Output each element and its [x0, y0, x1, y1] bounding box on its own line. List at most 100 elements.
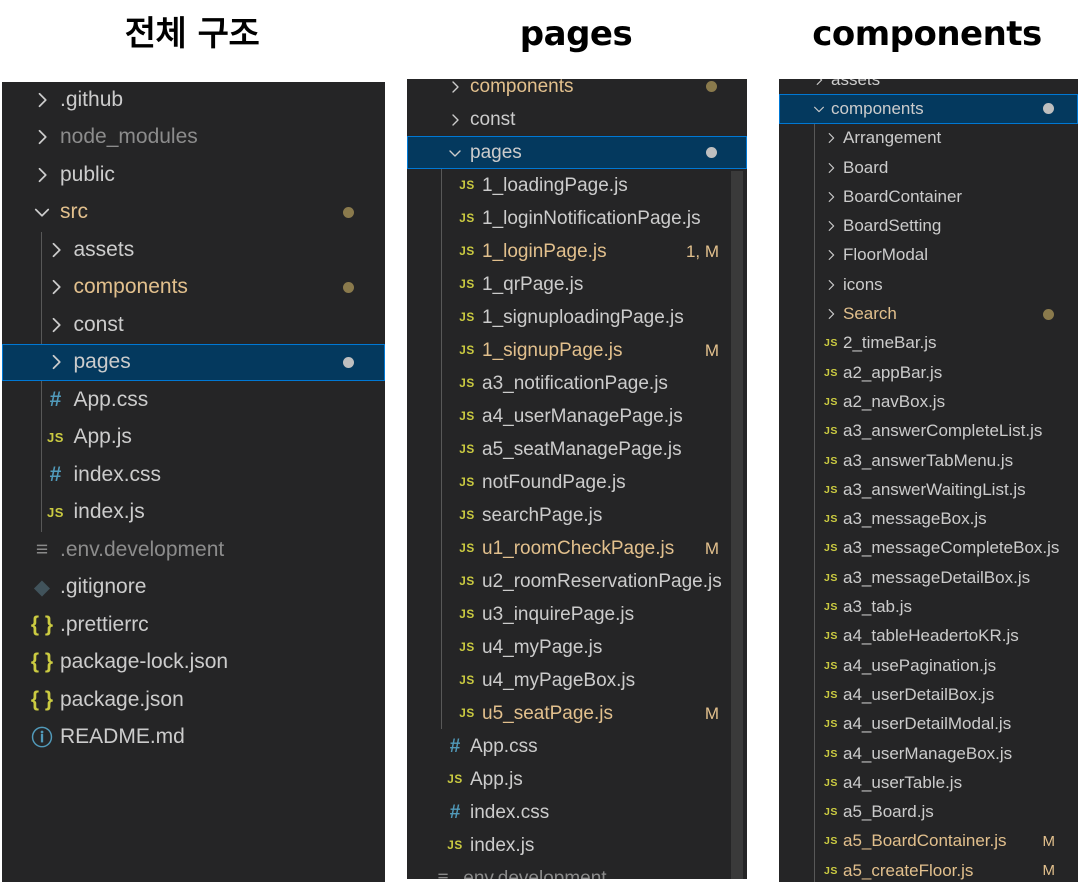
file-a3-messagecompletebox-js[interactable]: JS a3_messageCompleteBox.js: [779, 534, 1078, 563]
file-env-development[interactable]: ≡ .env.development: [2, 531, 385, 569]
file-u2-roomreservationpage-js[interactable]: JS u2_roomReservationPage.js: [407, 565, 747, 598]
chevron-right-icon[interactable]: [824, 219, 838, 233]
file-u4-mypagebox-js[interactable]: JS u4_myPageBox.js: [407, 664, 747, 697]
file-a5-seatmanagepage-js[interactable]: JS a5_seatManagePage.js: [407, 433, 747, 466]
file-index-js[interactable]: JS index.js: [407, 829, 747, 862]
file-a5-boardcontainer-js[interactable]: JS a5_BoardContainer.js M: [779, 827, 1078, 856]
file-a4-userdetailmodal-js[interactable]: JS a4_userDetailModal.js: [779, 710, 1078, 739]
file-a2-navbox-js[interactable]: JS a2_navBox.js: [779, 387, 1078, 416]
chevron-right-icon[interactable]: [46, 277, 66, 297]
chevron-right-icon[interactable]: [824, 131, 838, 145]
file-readme-md[interactable]: ⓘ README.md: [2, 719, 385, 757]
file-u3-inquirepage-js[interactable]: JS u3_inquirePage.js: [407, 598, 747, 631]
file-u1-roomcheckpage-js[interactable]: JS u1_roomCheckPage.js M: [407, 532, 747, 565]
folder-components[interactable]: components: [779, 94, 1078, 124]
folder-boardsetting[interactable]: BoardSetting: [779, 212, 1078, 241]
file-u5-seatpage-js[interactable]: JS u5_seatPage.js M: [407, 697, 747, 730]
folder-assets[interactable]: assets: [2, 231, 385, 269]
folder-const[interactable]: const: [2, 306, 385, 344]
file-2-timebar-js[interactable]: JS 2_timeBar.js: [779, 329, 1078, 358]
chevron-down-icon[interactable]: [447, 145, 463, 161]
chevron-right-icon[interactable]: [46, 352, 66, 372]
file-1-loadingpage-js[interactable]: JS 1_loadingPage.js: [407, 169, 747, 202]
folder-github[interactable]: .github: [2, 82, 385, 119]
folder-floormodal[interactable]: FloorModal: [779, 241, 1078, 270]
chevron-right-icon[interactable]: [824, 278, 838, 292]
tree-item-label: notFoundPage.js: [482, 471, 626, 493]
folder-src[interactable]: src: [2, 194, 385, 232]
chevron-right-icon[interactable]: [46, 315, 66, 335]
tree-item-label: u2_roomReservationPage.js: [482, 570, 722, 592]
file-a4-usermanagepage-js[interactable]: JS a4_userManagePage.js: [407, 400, 747, 433]
file-package-lock-json[interactable]: { } package-lock.json: [2, 644, 385, 682]
chevron-right-icon[interactable]: [824, 161, 838, 175]
folder-assets[interactable]: assets: [779, 79, 1078, 94]
file-index-css[interactable]: # index.css: [407, 796, 747, 829]
file-app-js[interactable]: JS App.js: [2, 419, 385, 457]
chevron-right-icon[interactable]: [32, 127, 52, 147]
file-a5-createfloor-js[interactable]: JS a5_createFloor.js M: [779, 856, 1078, 882]
file-gitignore[interactable]: ◆ .gitignore: [2, 569, 385, 607]
js-file-icon: JS: [824, 395, 838, 408]
folder-components[interactable]: components: [407, 79, 747, 103]
file-1-signuppage-js[interactable]: JS 1_signupPage.js M: [407, 334, 747, 367]
folder-components[interactable]: components: [2, 269, 385, 307]
tree-item-label: 1_loginPage.js: [482, 240, 607, 262]
chevron-right-icon[interactable]: [447, 79, 463, 95]
chevron-right-icon[interactable]: [32, 165, 52, 185]
tree-item-label: package-lock.json: [60, 650, 229, 674]
js-file-icon: JS: [824, 513, 838, 526]
chevron-right-icon[interactable]: [824, 248, 838, 262]
file-a4-tableheadertokr-js[interactable]: JS a4_tableHeadertoKR.js: [779, 622, 1078, 651]
file-index-js[interactable]: JS index.js: [2, 494, 385, 532]
file-a5-board-js[interactable]: JS a5_Board.js: [779, 798, 1078, 827]
file-1-qrpage-js[interactable]: JS 1_qrPage.js: [407, 268, 747, 301]
chevron-right-icon[interactable]: [32, 90, 52, 110]
file-a3-messagedetailbox-js[interactable]: JS a3_messageDetailBox.js: [779, 563, 1078, 592]
file-a3-notificationpage-js[interactable]: JS a3_notificationPage.js: [407, 367, 747, 400]
folder-icons[interactable]: icons: [779, 270, 1078, 299]
file-a4-userdetailbox-js[interactable]: JS a4_userDetailBox.js: [779, 680, 1078, 709]
chevron-right-icon[interactable]: [46, 240, 66, 260]
chevron-down-icon[interactable]: [32, 202, 52, 222]
tree-item-label: pages: [470, 141, 522, 163]
file-1-signuploadingpage-js[interactable]: JS 1_signuploadingPage.js: [407, 301, 747, 334]
file-index-css[interactable]: # index.css: [2, 456, 385, 494]
file-env-development[interactable]: ≡ .env.development: [407, 862, 747, 880]
file-a4-usepagination-js[interactable]: JS a4_usePagination.js: [779, 651, 1078, 680]
file-a2-appbar-js[interactable]: JS a2_appBar.js: [779, 358, 1078, 387]
chevron-down-icon[interactable]: [812, 102, 826, 116]
file-a3-answertabmenu-js[interactable]: JS a3_answerTabMenu.js: [779, 446, 1078, 475]
folder-const[interactable]: const: [407, 103, 747, 136]
folder-pages[interactable]: pages: [2, 343, 385, 381]
file-a3-answercompletelist-js[interactable]: JS a3_answerCompleteList.js: [779, 417, 1078, 446]
file-package-json[interactable]: { } package.json: [2, 681, 385, 719]
tree-item-label: .env.development: [458, 867, 607, 880]
folder-node-modules[interactable]: node_modules: [2, 119, 385, 157]
folder-search[interactable]: Search: [779, 299, 1078, 328]
folder-arrangement[interactable]: Arrangement: [779, 124, 1078, 153]
file-prettierrc[interactable]: { } .prettierrc: [2, 606, 385, 644]
file-app-js[interactable]: JS App.js: [407, 763, 747, 796]
file-a3-answerwaitinglist-js[interactable]: JS a3_answerWaitingList.js: [779, 475, 1078, 504]
folder-boardcontainer[interactable]: BoardContainer: [779, 182, 1078, 211]
file-searchpage-js[interactable]: JS searchPage.js: [407, 499, 747, 532]
chevron-right-icon[interactable]: [824, 190, 838, 204]
js-file-icon: JS: [447, 839, 463, 852]
folder-board[interactable]: Board: [779, 153, 1078, 182]
file-1-loginpage-js[interactable]: JS 1_loginPage.js 1, M: [407, 235, 747, 268]
file-notfoundpage-js[interactable]: JS notFoundPage.js: [407, 466, 747, 499]
folder-public[interactable]: public: [2, 156, 385, 194]
chevron-right-icon[interactable]: [824, 307, 838, 321]
chevron-right-icon[interactable]: [812, 79, 826, 87]
file-app-css[interactable]: # App.css: [2, 381, 385, 419]
chevron-right-icon[interactable]: [447, 112, 463, 128]
folder-pages[interactable]: pages: [407, 136, 747, 169]
file-u4-mypage-js[interactable]: JS u4_myPage.js: [407, 631, 747, 664]
file-a4-usertable-js[interactable]: JS a4_userTable.js: [779, 768, 1078, 797]
file-app-css[interactable]: # App.css: [407, 730, 747, 763]
file-1-loginnotificationpage-js[interactable]: JS 1_loginNotificationPage.js: [407, 202, 747, 235]
file-a3-messagebox-js[interactable]: JS a3_messageBox.js: [779, 505, 1078, 534]
file-a4-usermanagebox-js[interactable]: JS a4_userManageBox.js: [779, 739, 1078, 768]
file-a3-tab-js[interactable]: JS a3_tab.js: [779, 592, 1078, 621]
